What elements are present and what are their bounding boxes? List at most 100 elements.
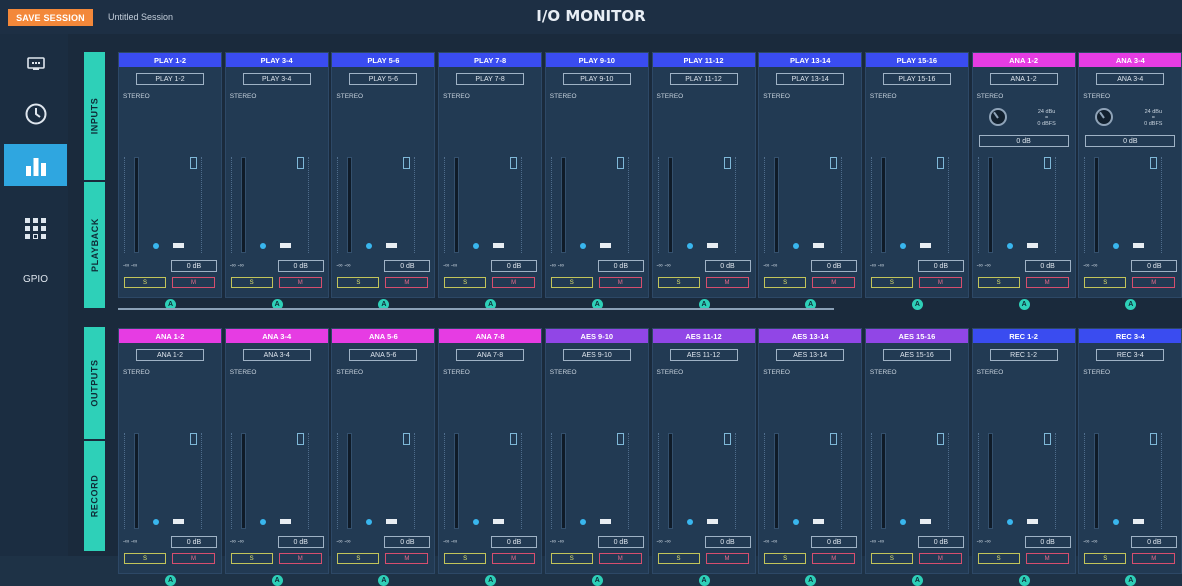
- level-field[interactable]: 0 dB: [1131, 260, 1178, 272]
- level-field[interactable]: 0 dB: [704, 536, 751, 548]
- fader-handle[interactable]: [493, 243, 505, 248]
- fader-handle[interactable]: [599, 519, 611, 524]
- fader-handle[interactable]: [279, 243, 291, 248]
- channel-name-field[interactable]: PLAY 5-6: [349, 73, 418, 85]
- solo-button[interactable]: S: [337, 553, 380, 564]
- level-field[interactable]: 0 dB: [917, 536, 964, 548]
- pan-dot[interactable]: [1113, 519, 1120, 525]
- mute-button[interactable]: M: [385, 277, 429, 288]
- mute-button[interactable]: M: [918, 553, 962, 564]
- link-icon[interactable]: A: [1018, 575, 1030, 586]
- pan-dot[interactable]: [899, 519, 906, 525]
- link-icon[interactable]: A: [485, 575, 497, 586]
- tab-outputs[interactable]: OUTPUTS: [84, 327, 105, 439]
- level-field[interactable]: 0 dB: [704, 260, 751, 272]
- fader-handle[interactable]: [706, 243, 718, 248]
- fader-handle[interactable]: [173, 243, 184, 248]
- fader-handle[interactable]: [173, 519, 184, 524]
- fader-handle[interactable]: [1133, 519, 1145, 524]
- solo-button[interactable]: S: [230, 277, 273, 288]
- fader-handle[interactable]: [1133, 243, 1145, 248]
- solo-button[interactable]: S: [977, 553, 1020, 564]
- mute-button[interactable]: M: [1132, 277, 1176, 288]
- pan-dot[interactable]: [793, 519, 800, 525]
- pan-dot[interactable]: [899, 243, 906, 249]
- solo-button[interactable]: S: [764, 553, 807, 564]
- nav-item-clock[interactable]: [4, 94, 67, 134]
- fader-handle[interactable]: [919, 243, 931, 248]
- channel-name-field[interactable]: ANA 3-4: [242, 349, 311, 361]
- solo-button[interactable]: S: [1084, 553, 1127, 564]
- channel-name-field[interactable]: PLAY 13-14: [776, 73, 845, 85]
- mute-button[interactable]: M: [812, 277, 856, 288]
- fader-handle[interactable]: [919, 519, 931, 524]
- link-icon[interactable]: A: [911, 299, 923, 310]
- channel-name-field[interactable]: AES 9-10: [562, 349, 631, 361]
- solo-button[interactable]: S: [337, 277, 380, 288]
- pan-dot[interactable]: [473, 519, 480, 525]
- channel-header[interactable]: AES 15-16: [865, 329, 968, 343]
- fader-handle[interactable]: [813, 519, 825, 524]
- channel-name-field[interactable]: PLAY 3-4: [242, 73, 311, 85]
- channel-name-field[interactable]: PLAY 11-12: [669, 73, 738, 85]
- solo-button[interactable]: S: [230, 553, 273, 564]
- pan-dot[interactable]: [793, 243, 800, 249]
- pan-dot[interactable]: [1113, 243, 1120, 249]
- link-icon[interactable]: A: [805, 575, 817, 586]
- channel-name-field[interactable]: REC 3-4: [1096, 349, 1165, 361]
- channel-header[interactable]: PLAY 3-4: [225, 53, 328, 67]
- level-field[interactable]: 0 dB: [384, 260, 431, 272]
- channel-name-field[interactable]: REC 1-2: [989, 349, 1058, 361]
- channel-name-field[interactable]: AES 15-16: [882, 349, 951, 361]
- solo-button[interactable]: S: [657, 553, 700, 564]
- mute-button[interactable]: M: [492, 553, 536, 564]
- link-icon[interactable]: A: [165, 575, 176, 586]
- solo-button[interactable]: S: [870, 277, 913, 288]
- level-field[interactable]: 0 dB: [917, 260, 964, 272]
- level-field[interactable]: 0 dB: [277, 536, 324, 548]
- mute-button[interactable]: M: [172, 277, 215, 288]
- mute-button[interactable]: M: [1025, 553, 1069, 564]
- channel-header[interactable]: ANA 7-8: [439, 329, 542, 343]
- level-field[interactable]: 0 dB: [171, 260, 217, 272]
- horizontal-scrollbar[interactable]: [118, 308, 834, 310]
- level-field[interactable]: 0 dB: [171, 536, 217, 548]
- channel-name-field[interactable]: PLAY 1-2: [136, 73, 204, 85]
- channel-header[interactable]: PLAY 1-2: [119, 53, 221, 67]
- channel-header[interactable]: AES 11-12: [652, 329, 755, 343]
- tab-inputs[interactable]: INPUTS: [84, 52, 105, 180]
- fader-handle[interactable]: [599, 243, 611, 248]
- pan-dot[interactable]: [259, 519, 266, 525]
- link-icon[interactable]: A: [911, 575, 923, 586]
- channel-header[interactable]: PLAY 9-10: [545, 53, 648, 67]
- pan-dot[interactable]: [259, 243, 266, 249]
- tab-playback[interactable]: PLAYBACK: [84, 182, 105, 308]
- fader-handle[interactable]: [1026, 519, 1038, 524]
- level-field[interactable]: 0 dB: [597, 260, 644, 272]
- level-field[interactable]: 0 dB: [811, 536, 858, 548]
- pan-dot[interactable]: [473, 243, 480, 249]
- level-field[interactable]: 0 dB: [1131, 536, 1178, 548]
- pan-dot[interactable]: [686, 519, 693, 525]
- gain-value-field[interactable]: 0 dB: [978, 135, 1069, 147]
- level-field[interactable]: 0 dB: [1024, 260, 1071, 272]
- channel-header[interactable]: AES 9-10: [545, 329, 648, 343]
- solo-button[interactable]: S: [124, 277, 166, 288]
- solo-button[interactable]: S: [550, 553, 593, 564]
- nav-item-matrix[interactable]: [4, 209, 67, 249]
- link-icon[interactable]: A: [378, 575, 390, 586]
- channel-header[interactable]: ANA 1-2: [972, 53, 1075, 67]
- level-field[interactable]: 0 dB: [1024, 536, 1071, 548]
- channel-header[interactable]: PLAY 13-14: [759, 53, 862, 67]
- link-icon[interactable]: A: [271, 575, 283, 586]
- level-field[interactable]: 0 dB: [384, 536, 431, 548]
- gain-knob[interactable]: [1095, 108, 1114, 126]
- mute-button[interactable]: M: [918, 277, 962, 288]
- level-field[interactable]: 0 dB: [491, 536, 538, 548]
- link-icon[interactable]: A: [1125, 575, 1137, 586]
- mute-button[interactable]: M: [812, 553, 856, 564]
- channel-header[interactable]: ANA 3-4: [225, 329, 328, 343]
- level-field[interactable]: 0 dB: [491, 260, 538, 272]
- mute-button[interactable]: M: [1025, 277, 1069, 288]
- nav-item-monitor[interactable]: [4, 44, 67, 84]
